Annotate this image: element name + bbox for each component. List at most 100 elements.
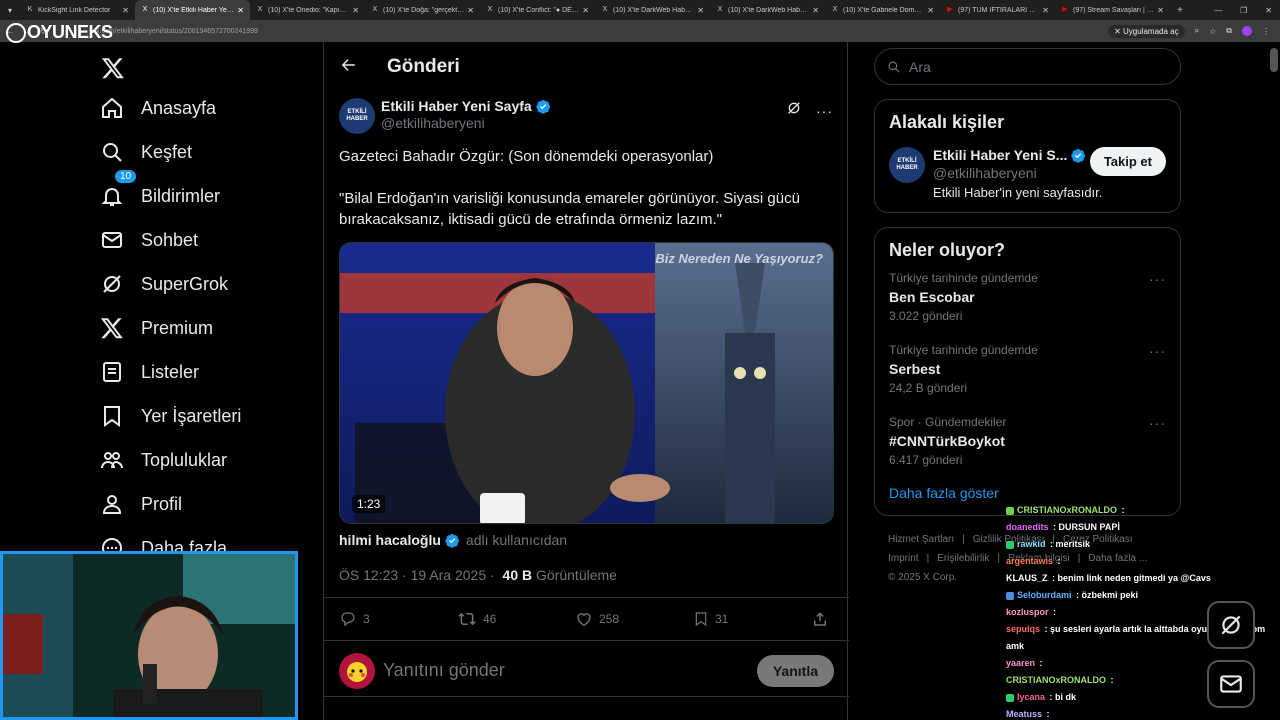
mail-icon bbox=[88, 228, 136, 252]
trend-more-icon[interactable]: ··· bbox=[1149, 271, 1166, 287]
chat-username[interactable]: lycana bbox=[1017, 692, 1045, 702]
profile-avatar[interactable] bbox=[1242, 26, 1252, 36]
back-arrow-icon[interactable] bbox=[339, 56, 357, 79]
nav-item-bildirimler[interactable]: 10 Bildirimler bbox=[88, 170, 323, 218]
nav-item-anasayfa[interactable]: Anasayfa bbox=[88, 86, 323, 130]
nav-item-yer-i̇şaretleri[interactable]: Yer İşaretleri bbox=[88, 394, 323, 438]
tab-search-icon[interactable]: ▾ bbox=[0, 6, 20, 15]
nav-item-topluluklar[interactable]: Topluluklar bbox=[88, 438, 323, 482]
browser-tab[interactable]: X (10) X'te DarkWeb Haber: "#...✕ bbox=[595, 0, 710, 20]
minimize-icon[interactable]: — bbox=[1214, 6, 1222, 15]
bookmark-icon bbox=[695, 612, 707, 627]
trend-item[interactable]: Spor · Gündemdekiler #CNNTürkBoykot 6.417 … bbox=[875, 405, 1180, 477]
browser-tab[interactable]: X (10) X'te Gabriele Domaldo: "...✕ bbox=[825, 0, 940, 20]
chat-username[interactable]: sepulqs bbox=[1006, 624, 1040, 634]
tab-close-icon[interactable]: ✕ bbox=[1042, 6, 1049, 15]
post-timestamp[interactable]: ÖS 12:23 · 19 Ara 2025 · bbox=[339, 567, 495, 583]
chat-message: rawkid : meritsik bbox=[1006, 536, 1280, 553]
messages-float-button[interactable] bbox=[1207, 660, 1255, 708]
nav-label: Profil bbox=[141, 493, 183, 514]
browser-tab[interactable]: X (10) X'te DarkWeb Haber: "Bir...✕ bbox=[710, 0, 825, 20]
post-video[interactable]: Biz Nereden Ne Yaşıyoruz? 1:23 bbox=[339, 242, 834, 524]
related-user[interactable]: ETKİLİ HABER Etkili Haber Yeni S... @etk… bbox=[875, 133, 1180, 212]
browser-tab[interactable]: X (10) X'te Etkili Haber Yeni Sayfa✕ bbox=[135, 0, 250, 20]
extensions-icon[interactable]: ⧉ bbox=[1226, 26, 1232, 36]
tab-close-icon[interactable]: ✕ bbox=[812, 6, 819, 15]
tab-close-icon[interactable]: ✕ bbox=[122, 6, 129, 15]
menu-dots-icon[interactable]: ⋮ bbox=[1262, 27, 1270, 36]
open-in-app-button[interactable]: ✕ Uygulamada aç bbox=[1108, 24, 1185, 38]
view-count: 40 B bbox=[502, 567, 533, 583]
search-input[interactable]: Ara bbox=[874, 48, 1181, 85]
nav-item-supergrok[interactable]: SuperGrok bbox=[88, 262, 323, 306]
browser-tab[interactable]: X (10) X'te Conflict: "● DEM Pa...✕ bbox=[480, 0, 595, 20]
browser-tab[interactable]: ▶ (97) Stream Savaşları | Ebo x...✕ bbox=[1055, 0, 1170, 20]
chat-username[interactable]: rawkid bbox=[1017, 539, 1046, 549]
chat-colon: : bbox=[1108, 675, 1114, 685]
tab-close-icon[interactable]: ✕ bbox=[352, 6, 359, 15]
follow-button[interactable]: Takip et bbox=[1089, 147, 1166, 176]
tab-close-icon[interactable]: ✕ bbox=[1157, 6, 1164, 15]
youtube-icon: ▶ bbox=[1062, 6, 1068, 13]
chat-username[interactable]: yaaren bbox=[1006, 658, 1035, 668]
chat-username[interactable]: doanedits bbox=[1006, 522, 1049, 532]
star-icon[interactable]: ☆ bbox=[1209, 27, 1216, 36]
footer-link[interactable]: Erişilebilirlik bbox=[937, 553, 989, 564]
grok-float-button[interactable] bbox=[1207, 601, 1255, 649]
page-scrollbar[interactable] bbox=[1270, 48, 1278, 72]
author-name[interactable]: Etkili Haber Yeni Sayfa bbox=[381, 98, 532, 114]
nav-item-sohbet[interactable]: Sohbet bbox=[88, 218, 323, 262]
trend-item[interactable]: Türkiye tarihinde gündemde Ben Escobar 3.0… bbox=[875, 261, 1180, 333]
tab-close-icon[interactable]: ✕ bbox=[697, 6, 704, 15]
trend-title: #CNNTürkBoykot bbox=[889, 433, 1005, 449]
chat-username[interactable]: argentawis bbox=[1006, 556, 1053, 566]
nav-item-premium[interactable]: Premium bbox=[88, 306, 323, 350]
author-handle[interactable]: @etkilihaberyeni bbox=[381, 115, 551, 131]
trend-more-icon[interactable]: ··· bbox=[1149, 415, 1166, 431]
reply-button[interactable]: 3 bbox=[339, 610, 457, 628]
trend-more-icon[interactable]: ··· bbox=[1149, 343, 1166, 359]
chat-username[interactable]: KLAUS_Z bbox=[1006, 573, 1048, 583]
footer-link[interactable]: Hizmet Şartları bbox=[888, 534, 954, 545]
grok-icon[interactable] bbox=[786, 100, 802, 121]
zoom-icon[interactable]: ⌕ bbox=[1195, 26, 1199, 36]
nav-item-keşfet[interactable]: Keşfet bbox=[88, 130, 323, 174]
trend-item[interactable]: Türkiye tarihinde gündemde Serbest 24,2 B … bbox=[875, 333, 1180, 405]
tagged-user-name[interactable]: hilmi hacaloğlu bbox=[339, 532, 441, 548]
browser-tab[interactable]: X (10) X'te Onedio: "Kapının önü...✕ bbox=[250, 0, 365, 20]
footer-link[interactable]: Imprint bbox=[888, 553, 919, 564]
new-tab-button[interactable]: + bbox=[1170, 5, 1190, 16]
browser-tab[interactable]: K KickSight Link Detector ✕ bbox=[20, 0, 135, 20]
nav-item-listeler[interactable]: Listeler bbox=[88, 350, 323, 394]
chat-message: CRISTIANOxRONALDO : bbox=[1006, 502, 1280, 519]
related-user-name[interactable]: Etkili Haber Yeni S... bbox=[933, 147, 1067, 163]
url-field[interactable]: x.com/etkilihaberyeni/status/20019465727… bbox=[56, 28, 1108, 35]
browser-tab[interactable]: ▶ (97) TÜM İFTİRALARI ÇÖZDÜM...✕ bbox=[940, 0, 1055, 20]
reply-submit-button[interactable]: Yanıtla bbox=[756, 654, 834, 687]
related-user-avatar[interactable]: ETKİLİ HABER bbox=[889, 147, 925, 183]
author-avatar[interactable]: ETKİLİ HABER bbox=[339, 98, 375, 134]
x-logo-icon[interactable] bbox=[88, 50, 138, 86]
bookmark-button[interactable]: 31 bbox=[693, 610, 811, 628]
post-header: Gönderi bbox=[324, 42, 847, 92]
share-button[interactable] bbox=[811, 610, 829, 628]
repost-button[interactable]: 46 bbox=[457, 610, 575, 628]
like-button[interactable]: 258 bbox=[575, 610, 693, 628]
reply-input[interactable]: Yanıtını gönder bbox=[383, 660, 757, 681]
chat-username[interactable]: Seloburdami bbox=[1017, 590, 1072, 600]
close-window-icon[interactable]: ✕ bbox=[1265, 6, 1272, 15]
chat-username[interactable]: Meatuss bbox=[1006, 709, 1042, 719]
chat-username[interactable]: CRISTIANOxRONALDO bbox=[1006, 675, 1106, 685]
chat-username[interactable]: kozluspor bbox=[1006, 607, 1049, 617]
nav-item-profil[interactable]: Profil bbox=[88, 482, 323, 526]
browser-tab[interactable]: X (10) X'te Doğa: "gerçekten şu...✕ bbox=[365, 0, 480, 20]
tab-close-icon[interactable]: ✕ bbox=[582, 6, 589, 15]
x-icon bbox=[88, 316, 136, 340]
user-avatar[interactable] bbox=[339, 652, 375, 689]
more-options-icon[interactable]: ··· bbox=[816, 103, 833, 119]
tab-close-icon[interactable]: ✕ bbox=[237, 6, 244, 15]
tab-close-icon[interactable]: ✕ bbox=[467, 6, 474, 15]
chat-username[interactable]: CRISTIANOxRONALDO bbox=[1017, 505, 1117, 515]
tab-close-icon[interactable]: ✕ bbox=[927, 6, 934, 15]
restore-icon[interactable]: ❐ bbox=[1240, 6, 1247, 15]
